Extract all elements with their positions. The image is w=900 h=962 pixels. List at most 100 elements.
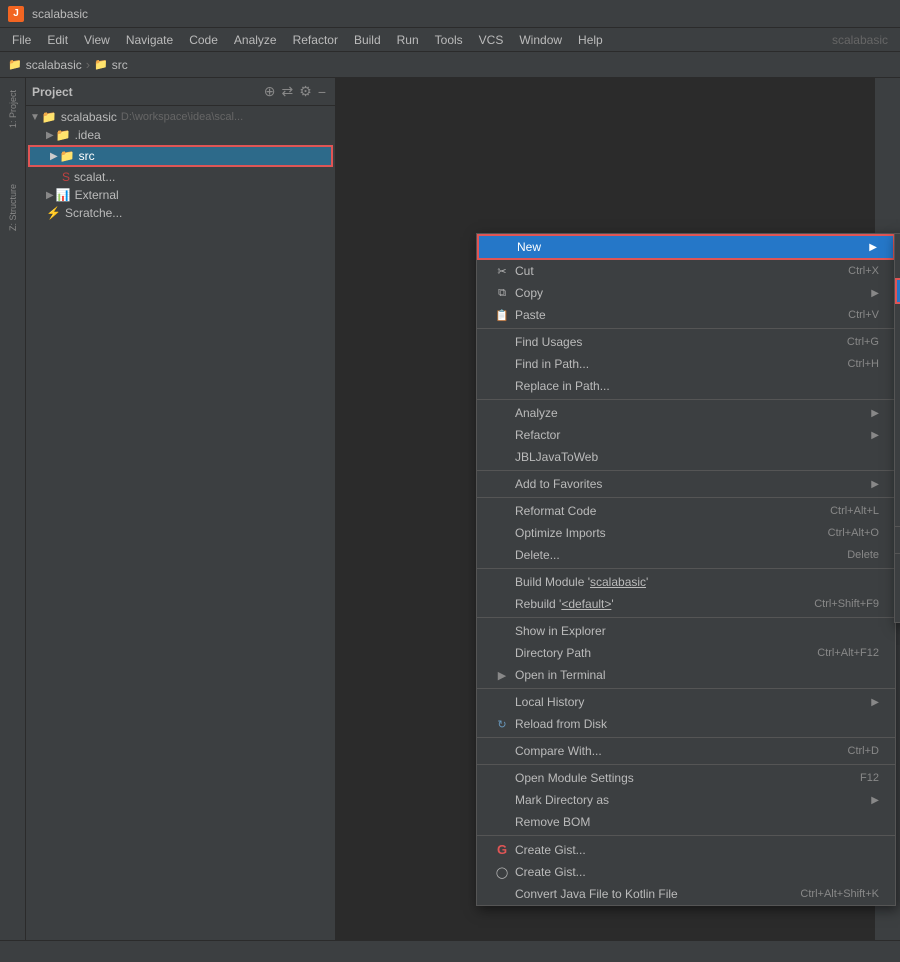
sub-javafx[interactable]: J JavaFXApplication <box>895 502 900 524</box>
ctx-terminal[interactable]: ▶ Open in Terminal <box>477 664 895 686</box>
tree-ext-libraries[interactable]: ▶ 📊 External <box>26 186 335 204</box>
tree-src-folder[interactable]: ▶ 📁 src <box>28 145 333 167</box>
sub-kotlin-worksheet[interactable]: K Kotlin Worksheet <box>895 480 900 502</box>
menu-code[interactable]: Code <box>181 28 226 51</box>
menu-help[interactable]: Help <box>570 28 611 51</box>
ctx-reformat[interactable]: Reformat Code Ctrl+Alt+L <box>477 500 895 522</box>
sub-java-class[interactable]: J Java Class <box>895 234 900 256</box>
ctx-module-shortcut: F12 <box>860 772 879 784</box>
ctx-delete[interactable]: Delete... Delete <box>477 544 895 566</box>
panel-icon-gear[interactable]: ⚙ <box>296 83 315 100</box>
ctx-sep6 <box>477 617 895 618</box>
sub-swing-ui[interactable]: Swing UI Designer ▶ <box>895 578 900 600</box>
ctx-directory-path[interactable]: Directory Path Ctrl+Alt+F12 <box>477 642 895 664</box>
tree-idea-arrow: ▶ <box>46 130 54 141</box>
ctx-compare[interactable]: Compare With... Ctrl+D <box>477 740 895 762</box>
menu-bar: File Edit View Navigate Code Analyze Ref… <box>0 28 900 52</box>
ctx-convert-java[interactable]: Convert Java File to Kotlin File Ctrl+Al… <box>477 883 895 905</box>
ctx-find-usages[interactable]: Find Usages Ctrl+G <box>477 331 895 353</box>
ctx-copy[interactable]: ⧉ Copy ▶ <box>477 282 895 304</box>
sub-package-info[interactable]: J package-info.java <box>895 392 900 414</box>
ctx-show-explorer[interactable]: Show in Explorer <box>477 620 895 642</box>
tree-idea-folder[interactable]: ▶ 📁 .idea <box>26 126 335 144</box>
ctx-gist2-label: Create Gist... <box>515 865 879 879</box>
sub-scratch[interactable]: 📝 Scratch File Ctrl+Alt+Shift+Insert <box>895 326 900 348</box>
panel-icon-globe[interactable]: ⊕ <box>261 83 279 100</box>
breadcrumb-folder2-icon: 📁 <box>94 58 108 71</box>
ctx-terminal-icon: ▶ <box>493 669 511 682</box>
sub-resource-bundle[interactable]: 📦 Resource Bundle <box>895 600 900 622</box>
sub-scala-worksheet[interactable]: S Scala Worksheet <box>895 436 900 458</box>
menu-vcs[interactable]: VCS <box>471 28 512 51</box>
sub-edit-templates[interactable]: Edit File Templates... <box>895 529 900 551</box>
ctx-find-path-shortcut: Ctrl+H <box>848 358 879 370</box>
ctx-reload-disk[interactable]: ↻ Reload from Disk <box>477 713 895 735</box>
ctx-sep1 <box>477 328 895 329</box>
ctx-mark-dir[interactable]: Mark Directory as ▶ <box>477 789 895 811</box>
menu-view[interactable]: View <box>76 28 118 51</box>
tree-scratches[interactable]: ⚡ Scratche... <box>26 204 335 222</box>
ctx-remove-bom[interactable]: Remove BOM <box>477 811 895 833</box>
sub-package[interactable]: 📦 Package <box>895 348 900 370</box>
sub-editorconfig[interactable]: ⚙ EditorConfig File <box>895 556 900 578</box>
panel-icon-arrows[interactable]: ⇄ <box>279 83 297 100</box>
breadcrumb-root[interactable]: scalabasic <box>26 58 82 72</box>
ctx-sep10 <box>477 835 895 836</box>
ctx-cut[interactable]: ✂ Cut Ctrl+X <box>477 260 895 282</box>
menu-project-name: scalabasic <box>824 28 896 51</box>
ctx-jbl[interactable]: JBLJavaToWeb <box>477 446 895 468</box>
panel-icon-minimize[interactable]: − <box>315 84 329 100</box>
ctx-gist1-label: Create Gist... <box>515 843 879 857</box>
ctx-optimize[interactable]: Optimize Imports Ctrl+Alt+O <box>477 522 895 544</box>
tree-scala-file[interactable]: S scalat... <box>26 168 335 186</box>
ctx-replace-path[interactable]: Replace in Path... <box>477 375 895 397</box>
breadcrumb-src[interactable]: src <box>112 58 128 72</box>
sub-kotlin-file[interactable]: K Kotlin File/Class <box>895 256 900 278</box>
menu-navigate[interactable]: Navigate <box>118 28 181 51</box>
strip-structure-label[interactable]: Z: Structure <box>8 176 18 239</box>
ctx-convert-label: Convert Java File to Kotlin File <box>515 887 784 901</box>
sub-fxml[interactable]: F FXML File <box>895 370 900 392</box>
ctx-local-history[interactable]: Local History ▶ <box>477 691 895 713</box>
ctx-dir-shortcut: Ctrl+Alt+F12 <box>817 647 879 659</box>
ctx-favorites-arrow: ▶ <box>871 479 879 490</box>
sub-html[interactable]: H HTML File <box>895 414 900 436</box>
ctx-history-arrow: ▶ <box>871 697 879 708</box>
ctx-find-path-label: Find in Path... <box>515 357 832 371</box>
menu-window[interactable]: Window <box>511 28 570 51</box>
menu-tools[interactable]: Tools <box>427 28 471 51</box>
ctx-analyze[interactable]: Analyze ▶ <box>477 402 895 424</box>
menu-build[interactable]: Build <box>346 28 389 51</box>
menu-analyze[interactable]: Analyze <box>226 28 285 51</box>
ctx-reformat-shortcut: Ctrl+Alt+L <box>830 505 879 517</box>
menu-refactor[interactable]: Refactor <box>285 28 346 51</box>
app-icon: J <box>8 6 24 22</box>
ctx-find-usages-label: Find Usages <box>515 335 831 349</box>
ctx-new-label: New <box>517 240 861 254</box>
ctx-favorites[interactable]: Add to Favorites ▶ <box>477 473 895 495</box>
ctx-rebuild[interactable]: Rebuild '<default>' Ctrl+Shift+F9 <box>477 593 895 615</box>
ctx-convert-shortcut: Ctrl+Alt+Shift+K <box>800 888 879 900</box>
ctx-sep8 <box>477 737 895 738</box>
sub-kotlin-script[interactable]: K Kotlin Script <box>895 458 900 480</box>
ctx-build-module[interactable]: Build Module 'scalabasic' <box>477 571 895 593</box>
tree-root[interactable]: ▼ 📁 scalabasic D:\workspace\idea\scal... <box>26 108 335 126</box>
ctx-find-path[interactable]: Find in Path... Ctrl+H <box>477 353 895 375</box>
ctx-paste[interactable]: 📋 Paste Ctrl+V <box>477 304 895 326</box>
ctx-create-gist1[interactable]: G Create Gist... <box>477 838 895 861</box>
ctx-create-gist2[interactable]: ◯ Create Gist... <box>477 861 895 883</box>
ctx-reformat-label: Reformat Code <box>515 504 814 518</box>
ctx-new[interactable]: New ▶ <box>477 234 895 260</box>
sub-file[interactable]: 📄 File <box>895 304 900 326</box>
strip-project-label[interactable]: 1: Project <box>8 82 18 136</box>
ctx-refactor[interactable]: Refactor ▶ <box>477 424 895 446</box>
sub-scala-class[interactable]: S Scala Class <box>895 278 900 304</box>
ctx-paste-icon: 📋 <box>493 309 511 322</box>
menu-run[interactable]: Run <box>389 28 427 51</box>
menu-file[interactable]: File <box>4 28 39 51</box>
ctx-module-settings[interactable]: Open Module Settings F12 <box>477 767 895 789</box>
ctx-reload-label: Reload from Disk <box>515 717 879 731</box>
ctx-compare-shortcut: Ctrl+D <box>848 745 879 757</box>
menu-edit[interactable]: Edit <box>39 28 76 51</box>
tree-ext-icon: 📊 <box>56 188 71 202</box>
